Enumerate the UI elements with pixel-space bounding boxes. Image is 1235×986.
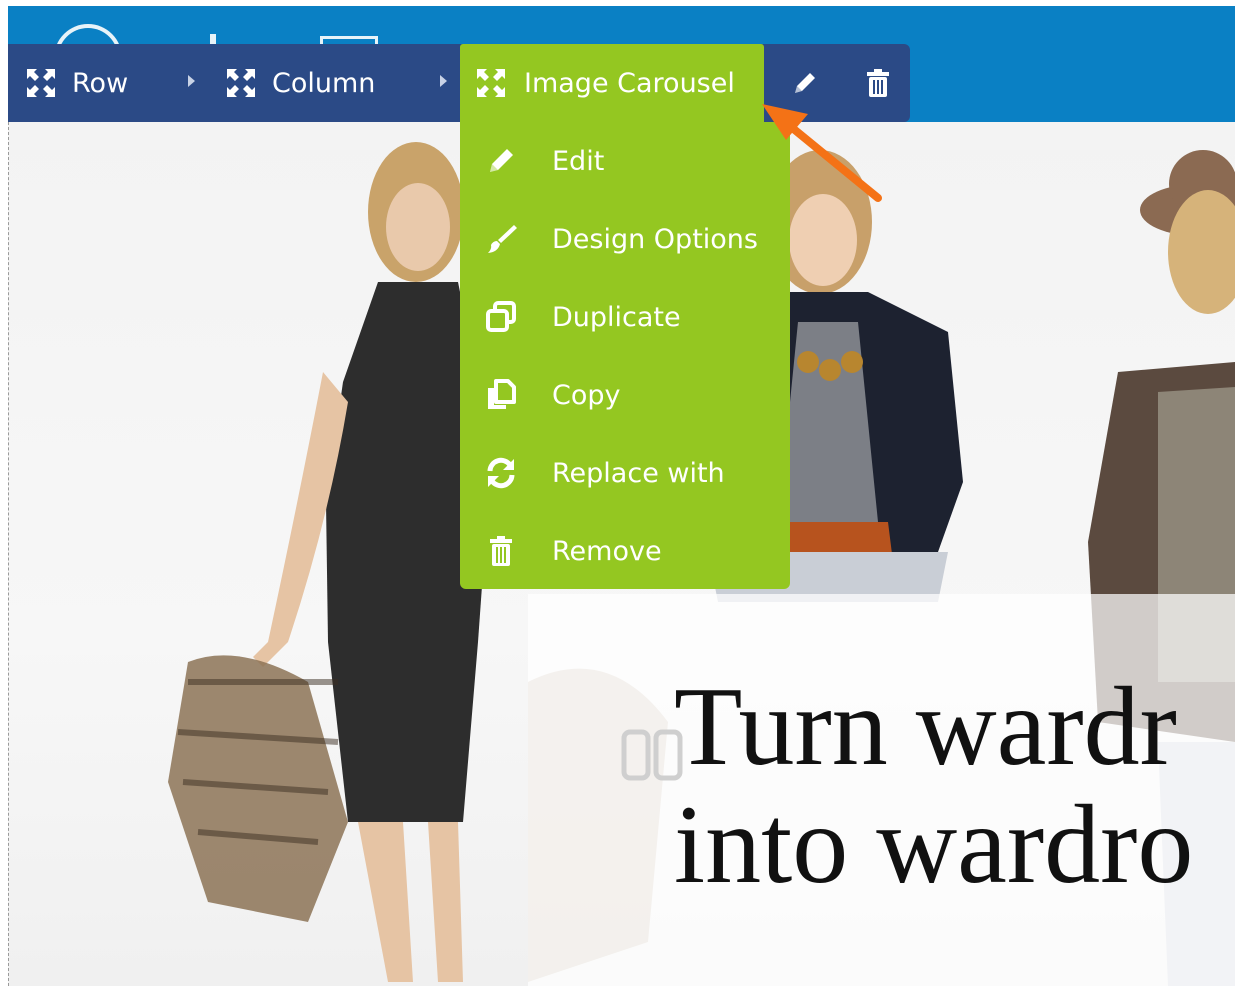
trash-icon xyxy=(490,536,512,566)
page-builder-screen: Turn wardr into wardro Row Column Image … xyxy=(0,0,1235,986)
breadcrumb-caret-icon xyxy=(188,75,195,87)
move-arrows-icon xyxy=(477,69,505,97)
element-actions-menu: Edit Design Options Duplicate Copy Repla… xyxy=(460,122,790,589)
row-label: Row xyxy=(72,67,129,99)
menu-item-label: Replace with xyxy=(552,457,725,489)
menu-item-design-options[interactable]: Design Options xyxy=(460,200,790,278)
menu-item-label: Edit xyxy=(552,145,605,177)
copy-icon xyxy=(488,379,516,409)
duplicate-icon xyxy=(486,301,516,332)
move-arrows-icon xyxy=(227,69,255,97)
menu-item-replace-with[interactable]: Replace with xyxy=(460,434,790,512)
column-control[interactable]: Column xyxy=(224,44,375,122)
model-left-face xyxy=(386,183,450,271)
delete-element-button[interactable] xyxy=(856,44,900,122)
menu-item-copy[interactable]: Copy xyxy=(460,356,790,434)
menu-item-remove[interactable]: Remove xyxy=(460,512,790,590)
menu-item-label: Remove xyxy=(552,535,662,567)
model-left-scarf-2 xyxy=(528,668,668,982)
menu-item-label: Duplicate xyxy=(552,301,681,333)
model-right-top xyxy=(1158,387,1235,682)
menu-item-edit[interactable]: Edit xyxy=(460,122,790,200)
move-arrows-icon xyxy=(27,69,55,97)
model-right-jeans xyxy=(1158,742,1235,986)
trash-icon xyxy=(867,69,889,97)
model-left-legs xyxy=(358,822,463,982)
edit-element-button[interactable] xyxy=(783,44,827,122)
refresh-icon xyxy=(487,457,515,489)
necklace-bead xyxy=(797,351,819,373)
pencil-icon xyxy=(490,149,513,172)
model-middle-face xyxy=(789,194,857,286)
breadcrumb-caret-icon xyxy=(440,75,447,87)
row-control[interactable]: Row xyxy=(24,44,128,122)
image-carousel-label: Image Carousel xyxy=(524,67,735,99)
image-carousel-control[interactable]: Image Carousel xyxy=(460,44,764,122)
pencil-icon xyxy=(795,73,815,93)
brush-icon xyxy=(488,225,517,253)
canvas-dashed-edge xyxy=(8,122,9,986)
menu-item-duplicate[interactable]: Duplicate xyxy=(460,278,790,356)
column-label: Column xyxy=(272,67,376,99)
element-controls-bar: Row Column xyxy=(8,44,910,122)
menu-item-label: Copy xyxy=(552,379,621,411)
menu-item-label: Design Options xyxy=(552,223,758,255)
